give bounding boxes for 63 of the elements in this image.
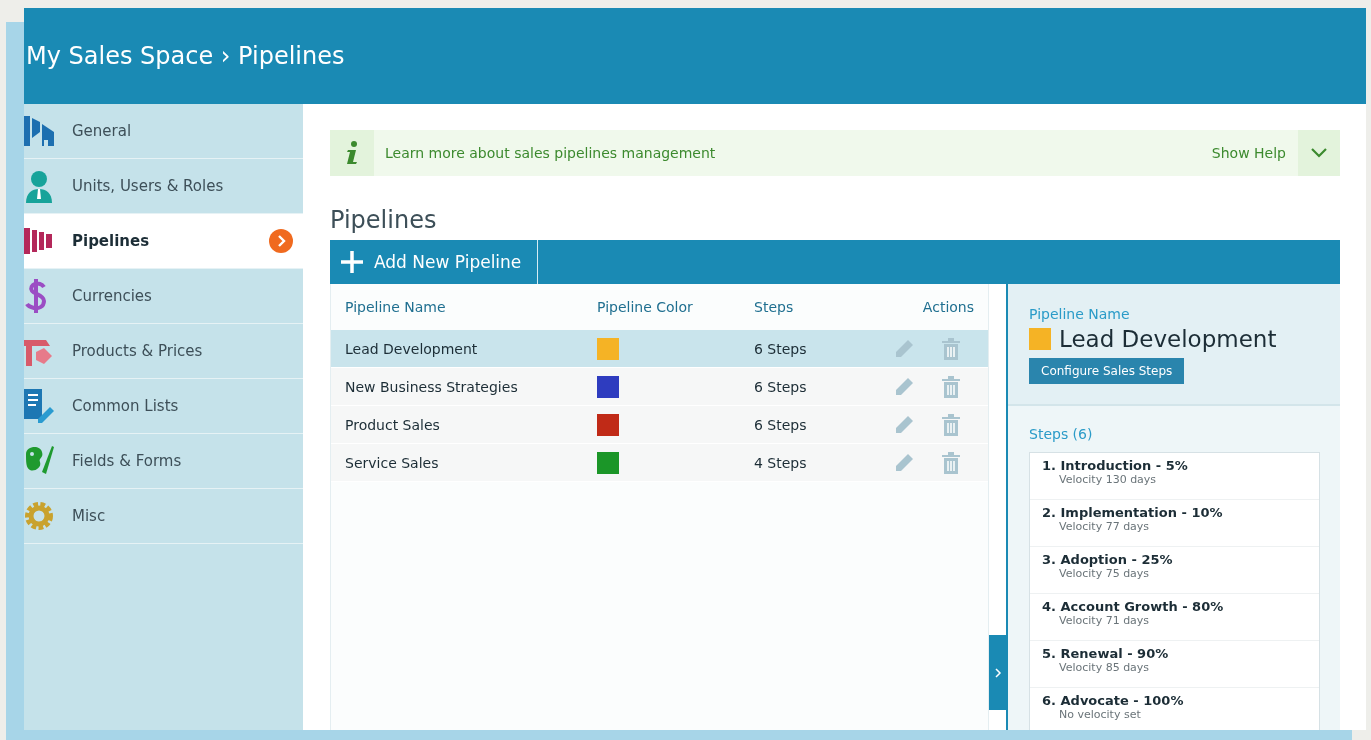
table-cell-text: Lead Development <box>344 340 479 357</box>
funnel-bars-icon <box>24 228 54 254</box>
edit-icon[interactable] <box>894 376 914 397</box>
help-text: Learn more about sales pipelines management <box>385 145 717 161</box>
sidebar-item[interactable]: Misc <box>24 489 303 544</box>
table-row[interactable]: Lead Development 6 Steps <box>331 330 988 368</box>
trash-icon[interactable] <box>942 451 960 474</box>
table-cell-text: 4 Steps <box>754 454 808 471</box>
column-header: Steps <box>754 299 795 315</box>
buildings-icon <box>24 114 54 148</box>
field-label: Pipeline Name <box>1029 306 1130 322</box>
edit-icon[interactable] <box>894 338 914 359</box>
step-title: 4. Account Growth - 80% <box>1042 599 1225 614</box>
step-velocity: Velocity 75 days <box>1058 567 1151 580</box>
info-icon <box>330 130 374 176</box>
section-heading: Pipelines <box>330 206 438 234</box>
step-velocity: Velocity 130 days <box>1058 473 1158 486</box>
table-row[interactable]: Service Sales 4 Steps <box>331 444 988 482</box>
expand-icon[interactable] <box>1298 130 1340 176</box>
step-title: 6. Advocate - 100% <box>1042 693 1185 708</box>
trash-icon[interactable] <box>942 375 960 398</box>
person-icon <box>24 169 54 203</box>
page-title: My Sales Space › Pipelines <box>26 42 345 70</box>
step-velocity: Velocity 71 days <box>1058 614 1151 627</box>
step-title: 5. Renewal - 90% <box>1042 646 1170 661</box>
table-cell-text: Service Sales <box>344 454 440 471</box>
table-row[interactable]: Product Sales 6 Steps <box>331 406 988 444</box>
table-cell-text: Product Sales <box>344 416 441 433</box>
steps-heading: Steps (6) <box>1029 426 1094 442</box>
edit-icon[interactable] <box>894 452 914 473</box>
table-cell-text: 6 Steps <box>754 340 808 357</box>
trash-icon[interactable] <box>942 337 960 360</box>
sidebar-item[interactable]: Products & Prices <box>24 324 303 379</box>
sidebar-item[interactable]: Common Lists <box>24 379 303 434</box>
table-row[interactable]: New Business Strategies 6 Steps <box>331 368 988 406</box>
edit-icon[interactable] <box>894 414 914 435</box>
step-title: 3. Adoption - 25% <box>1042 552 1174 567</box>
step-title: 1. Introduction - 5% <box>1042 458 1189 473</box>
dollar-icon <box>24 278 48 314</box>
step-velocity: Velocity 85 days <box>1058 661 1151 674</box>
configure-button[interactable]: Configure Sales Steps <box>1029 358 1185 384</box>
trash-icon[interactable] <box>942 413 960 436</box>
chevron-icon <box>993 666 1002 679</box>
step-velocity: Velocity 77 days <box>1058 520 1151 533</box>
column-header: Pipeline Color <box>597 299 694 315</box>
column-header: Actions <box>921 299 975 315</box>
plus-icon <box>340 250 364 274</box>
show-help-button[interactable]: Show Help <box>1199 145 1298 161</box>
table-cell-text: 6 Steps <box>754 378 808 395</box>
pipeline-name: Lead Development <box>1059 326 1277 352</box>
chevron-icon <box>269 229 293 253</box>
column-header: Pipeline Name <box>344 299 447 315</box>
table-cell-text: 6 Steps <box>754 416 808 433</box>
sidebar-item[interactable]: Pipelines <box>24 214 303 269</box>
sidebar-item[interactable]: General <box>24 104 303 159</box>
document-pen-icon <box>24 389 54 423</box>
step-title: 2. Implementation - 10% <box>1042 505 1224 520</box>
step-velocity: No velocity set <box>1058 708 1142 721</box>
panel-toggle[interactable] <box>989 635 1006 710</box>
sidebar-item[interactable]: Currencies <box>24 269 303 324</box>
sidebar-item[interactable]: Fields & Forms <box>24 434 303 489</box>
gear-icon <box>24 500 54 532</box>
table-cell-text: New Business Strategies <box>344 378 519 395</box>
